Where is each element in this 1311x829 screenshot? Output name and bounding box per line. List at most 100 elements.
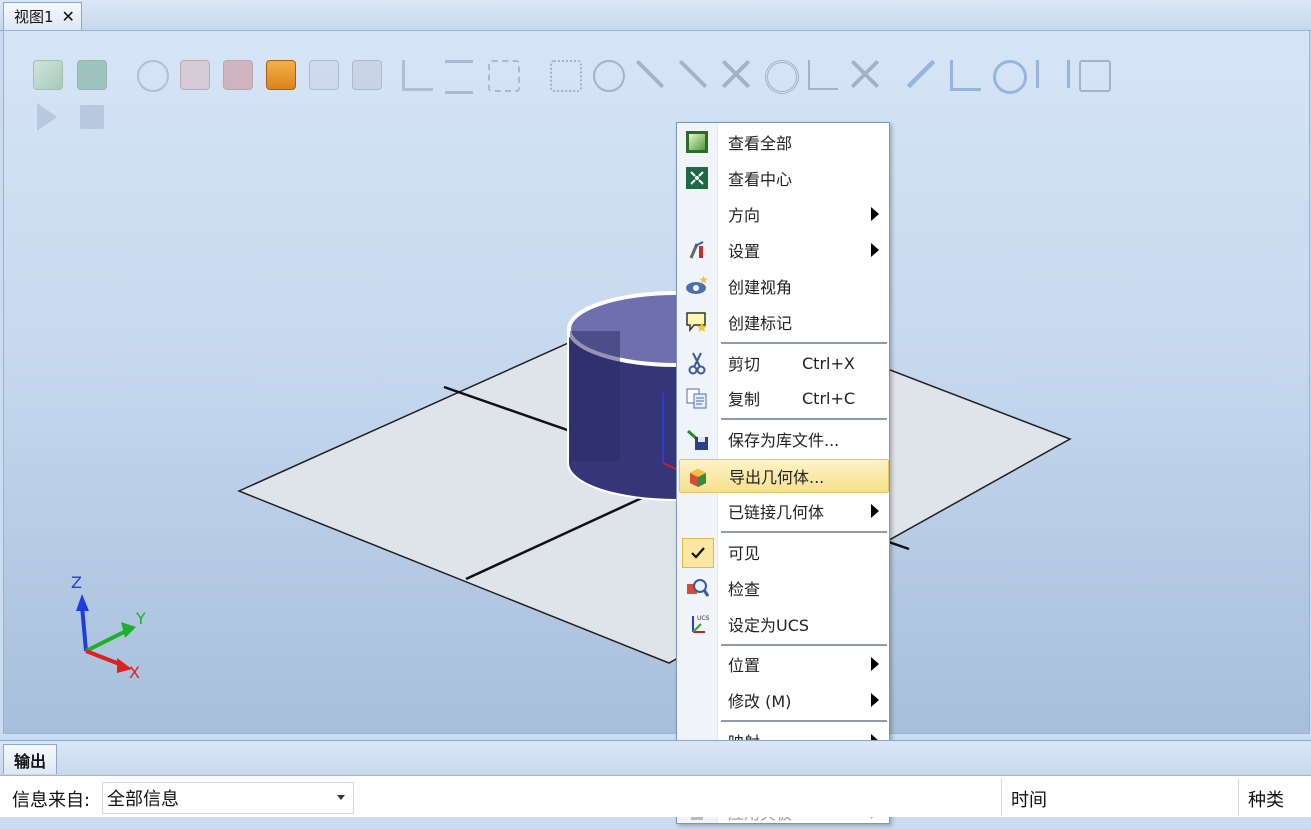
menu-item-label: 可见 (728, 544, 761, 563)
menu-item-label: 创建标记 (728, 314, 793, 333)
info-source-label: 信息来自: (12, 790, 91, 811)
snap-edge-icon[interactable] (636, 60, 664, 88)
menu-item-label: 方向 (728, 206, 761, 225)
menu-item-label: 查看中心 (728, 170, 793, 189)
menu-item-direction[interactable]: 方向 (679, 197, 887, 231)
info-source-select[interactable]: 全部信息 (102, 782, 354, 814)
menu-item-linked-geometry[interactable]: 已链接几何体 (679, 494, 887, 528)
menu-separator (721, 418, 887, 420)
menu-item-shortcut: Ctrl+C (802, 388, 856, 408)
menu-item-create-viewpoint[interactable]: 创建视角 (679, 269, 887, 303)
check-icon (682, 538, 714, 568)
snap-center-icon[interactable] (593, 60, 625, 92)
close-icon[interactable]: ✕ (62, 7, 75, 26)
menu-item-create-marker[interactable]: 创建标记 (679, 305, 887, 339)
tab-view1[interactable]: 视图1 ✕ (3, 2, 82, 30)
menu-item-label: 剪切 (728, 355, 761, 374)
select-frame-icon[interactable] (402, 60, 433, 91)
select-group-icon[interactable] (309, 60, 339, 90)
ucs-icon: UCS (685, 612, 709, 636)
submenu-arrow-icon (871, 657, 879, 671)
copy-icon (685, 386, 709, 410)
axis-label-x: X (129, 663, 140, 682)
axis-triad (76, 594, 136, 673)
snap-collision-icon[interactable] (851, 60, 879, 88)
menu-item-export-geometry[interactable]: 导出几何体... (679, 459, 889, 493)
menu-item-visible[interactable]: 可见 (679, 535, 887, 569)
menu-item-inspect[interactable]: 检查 (679, 571, 887, 605)
menu-item-label: 复制 (728, 390, 761, 409)
select-path-icon[interactable] (488, 60, 520, 92)
view-center-icon[interactable] (77, 60, 107, 90)
select-mechanism-icon[interactable] (352, 60, 382, 90)
menu-item-view-center[interactable]: 查看中心 (679, 161, 887, 195)
submenu-arrow-icon (871, 504, 879, 518)
view-center-icon (685, 166, 709, 190)
scissors-icon (685, 351, 709, 375)
menu-item-copy[interactable]: 复制 Ctrl+C (679, 381, 887, 415)
info-source-value: 全部信息 (107, 789, 179, 810)
axis-label-y: Y (136, 609, 146, 628)
select-joint-icon[interactable] (445, 60, 473, 94)
stop-icon[interactable] (80, 105, 104, 129)
output-tabstrip (0, 740, 1311, 775)
menu-item-modify[interactable]: 修改 (M) (679, 683, 887, 717)
submenu-arrow-icon (871, 207, 879, 221)
svg-text:UCS: UCS (697, 615, 709, 622)
menu-item-label: 检查 (728, 580, 761, 599)
snap-local-icon[interactable] (808, 60, 838, 90)
snap-midpoint-icon[interactable] (679, 60, 707, 88)
view-all-icon (685, 130, 709, 154)
menu-item-label: 保存为库文件... (728, 431, 840, 450)
snap-grid-icon[interactable] (550, 60, 582, 92)
axis-label-z: Z (71, 573, 82, 592)
menu-separator (721, 644, 887, 646)
menu-separator (721, 531, 887, 533)
3d-viewport[interactable]: Z Y X (3, 30, 1310, 734)
menu-item-shortcut: Ctrl+X (802, 353, 855, 373)
measure-overlap-icon[interactable] (1079, 60, 1111, 92)
tab-output[interactable]: 输出 (3, 744, 58, 774)
column-header-time[interactable]: 时间 (1011, 786, 1047, 812)
menu-item-label: 设置 (728, 242, 761, 261)
column-divider[interactable] (1238, 778, 1239, 816)
submenu-arrow-icon (871, 243, 879, 257)
snap-intersection-icon[interactable] (722, 60, 750, 88)
measure-shortest-icon[interactable] (1036, 60, 1070, 88)
select-part-icon[interactable] (266, 60, 296, 90)
tab-output-label: 输出 (14, 751, 47, 771)
menu-item-set-ucs[interactable]: UCS 设定为UCS (679, 607, 887, 641)
measure-distance-icon[interactable] (907, 60, 935, 88)
play-icon[interactable] (37, 103, 57, 131)
measure-angle-icon[interactable] (950, 60, 981, 91)
menu-item-label: 位置 (728, 656, 761, 675)
chevron-down-icon[interactable] (337, 795, 345, 800)
view-all-icon[interactable] (33, 60, 63, 90)
column-header-kind[interactable]: 种类 (1248, 786, 1284, 812)
menu-item-cut[interactable]: 剪切 Ctrl+X (679, 346, 887, 380)
menu-item-label: 设定为UCS (728, 616, 810, 635)
menu-separator (721, 342, 887, 344)
snap-object-icon[interactable] (765, 60, 799, 94)
menu-separator (721, 720, 887, 722)
column-divider[interactable] (1001, 778, 1002, 816)
menu-item-label: 修改 (M) (728, 692, 792, 711)
save-library-icon (685, 427, 709, 451)
tab-view1-label: 视图1 (14, 8, 54, 26)
menu-item-save-library[interactable]: 保存为库文件... (679, 422, 887, 456)
document-tabstrip: 视图1 ✕ (0, 0, 1311, 31)
context-menu: 查看全部 查看中心 方向 设置 创建视角 创建标记 剪切 Ctrl+X 复制 C… (676, 122, 890, 824)
menu-item-settings[interactable]: 设置 (679, 233, 887, 267)
menu-item-label: 创建视角 (728, 278, 793, 297)
select-body-icon[interactable] (223, 60, 253, 90)
menu-item-label: 导出几何体... (729, 468, 825, 487)
select-curve-icon[interactable] (137, 60, 169, 92)
inspect-icon (685, 576, 709, 600)
menu-item-label: 已链接几何体 (728, 503, 825, 522)
menu-item-position[interactable]: 位置 (679, 647, 887, 681)
measure-diameter-icon[interactable] (993, 60, 1027, 94)
export-geometry-icon (686, 465, 710, 489)
create-viewpoint-icon (685, 274, 709, 298)
select-surface-icon[interactable] (180, 60, 210, 90)
menu-item-view-all[interactable]: 查看全部 (679, 125, 887, 159)
